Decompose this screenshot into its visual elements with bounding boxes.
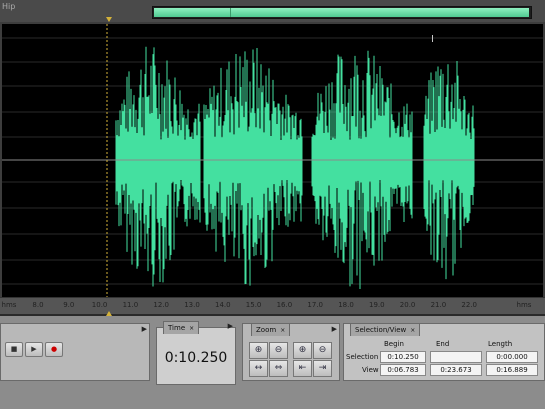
ruler-tick-label: 21.0 bbox=[430, 301, 447, 309]
tab-zoom[interactable]: Zoom × bbox=[251, 323, 291, 336]
selection-view-panel: Selection/View × Begin End Length Selecti… bbox=[343, 323, 545, 381]
overview-playhead bbox=[230, 8, 231, 17]
view-row-label: View bbox=[362, 366, 379, 374]
ruler-tick-label: 8.0 bbox=[32, 301, 44, 309]
header-length: Length bbox=[488, 340, 513, 348]
selection-length-field[interactable]: 0:00.000 bbox=[486, 351, 538, 363]
header-end: End bbox=[436, 340, 450, 348]
play-button[interactable]: ▶ bbox=[25, 342, 43, 357]
ruler-tick-label: 14.0 bbox=[215, 301, 231, 309]
zoom-out-amplitude-button[interactable]: ⊖ bbox=[269, 342, 288, 359]
time-panel: Time × ▶ 0:10.250 bbox=[156, 321, 236, 385]
header-begin: Begin bbox=[384, 340, 404, 348]
time-ruler[interactable]: hms hms 8.0 9.0 10.0 11.0 12.0 13.0 14.0 15.0 16… bbox=[0, 297, 545, 314]
view-end-field[interactable]: 0:23.673 bbox=[430, 364, 482, 376]
transport-panel: ▶ ■ ▶ ● bbox=[0, 323, 150, 381]
ruler-units-left: hms bbox=[1, 301, 17, 309]
zoom-in-button[interactable]: ⊕ bbox=[293, 342, 312, 359]
ruler-tick-label: 12.0 bbox=[153, 301, 169, 309]
ruler-tick-label: 20.0 bbox=[399, 301, 416, 309]
record-button[interactable]: ● bbox=[45, 342, 63, 357]
panel-menu-icon[interactable]: ▶ bbox=[332, 325, 337, 333]
stop-icon: ■ bbox=[10, 345, 18, 353]
tab-selection-view-label: Selection/View bbox=[355, 326, 407, 334]
zoom-out-button[interactable]: ⊖ bbox=[313, 342, 332, 359]
ruler-tick-label: 18.0 bbox=[338, 301, 354, 309]
zoom-in-amplitude-button[interactable]: ⊕ bbox=[249, 342, 268, 359]
ruler-tick-label: 9.0 bbox=[63, 301, 75, 309]
panel-menu-icon[interactable]: ▶ bbox=[142, 325, 147, 333]
close-icon[interactable]: × bbox=[280, 327, 285, 334]
zoom-panel: Zoom × ▶ ⊕ ⊖ ⊕ ⊖ ↔ ⇔ ⇤ ⇥ bbox=[242, 323, 340, 381]
ruler-tick-label: 15.0 bbox=[245, 301, 262, 309]
tab-zoom-label: Zoom bbox=[256, 326, 277, 334]
waveform-display[interactable]: I bbox=[0, 22, 545, 297]
ruler-tick-label: 19.0 bbox=[369, 301, 385, 309]
text-cursor-icon: I bbox=[431, 34, 434, 45]
zoom-out-full-button[interactable]: ↔ bbox=[249, 360, 268, 377]
play-icon: ▶ bbox=[31, 345, 37, 353]
zoom-left-edge-button[interactable]: ⇤ bbox=[293, 360, 312, 377]
view-begin-field[interactable]: 0:06.783 bbox=[380, 364, 426, 376]
ruler-units-right: hms bbox=[516, 301, 532, 309]
ruler-tick-label: 13.0 bbox=[184, 301, 200, 309]
close-icon[interactable]: × bbox=[410, 327, 415, 334]
tab-time-label: Time bbox=[168, 324, 186, 332]
selection-begin-field[interactable]: 0:10.250 bbox=[380, 351, 426, 363]
record-icon: ● bbox=[50, 345, 58, 353]
tab-selection-view[interactable]: Selection/View × bbox=[350, 323, 421, 336]
current-time-display: 0:10.250 bbox=[164, 350, 228, 366]
ruler-tick-label: 22.0 bbox=[461, 301, 477, 309]
ruler-tick-label: 16.0 bbox=[276, 301, 293, 309]
close-icon[interactable]: × bbox=[189, 325, 194, 332]
tab-time[interactable]: Time × bbox=[163, 321, 200, 334]
zoom-selection-button[interactable]: ⇔ bbox=[269, 360, 288, 377]
zoom-right-edge-button[interactable]: ⇥ bbox=[313, 360, 332, 377]
ruler-tick-label: 10.0 bbox=[91, 301, 108, 309]
view-length-field[interactable]: 0:16.889 bbox=[486, 364, 538, 376]
overview-label: Hip bbox=[2, 2, 16, 11]
selection-row-label: Selection bbox=[346, 353, 379, 361]
ruler-tick-label: 17.0 bbox=[307, 301, 323, 309]
overview-range-bar[interactable] bbox=[152, 6, 532, 19]
overview-visible-range[interactable] bbox=[154, 8, 529, 17]
stop-button[interactable]: ■ bbox=[5, 342, 23, 357]
overview-bar: Hip bbox=[0, 0, 545, 23]
panel-menu-icon[interactable]: ▶ bbox=[228, 322, 233, 330]
ruler-tick-label: 11.0 bbox=[122, 301, 139, 309]
selection-end-field[interactable] bbox=[430, 351, 482, 363]
